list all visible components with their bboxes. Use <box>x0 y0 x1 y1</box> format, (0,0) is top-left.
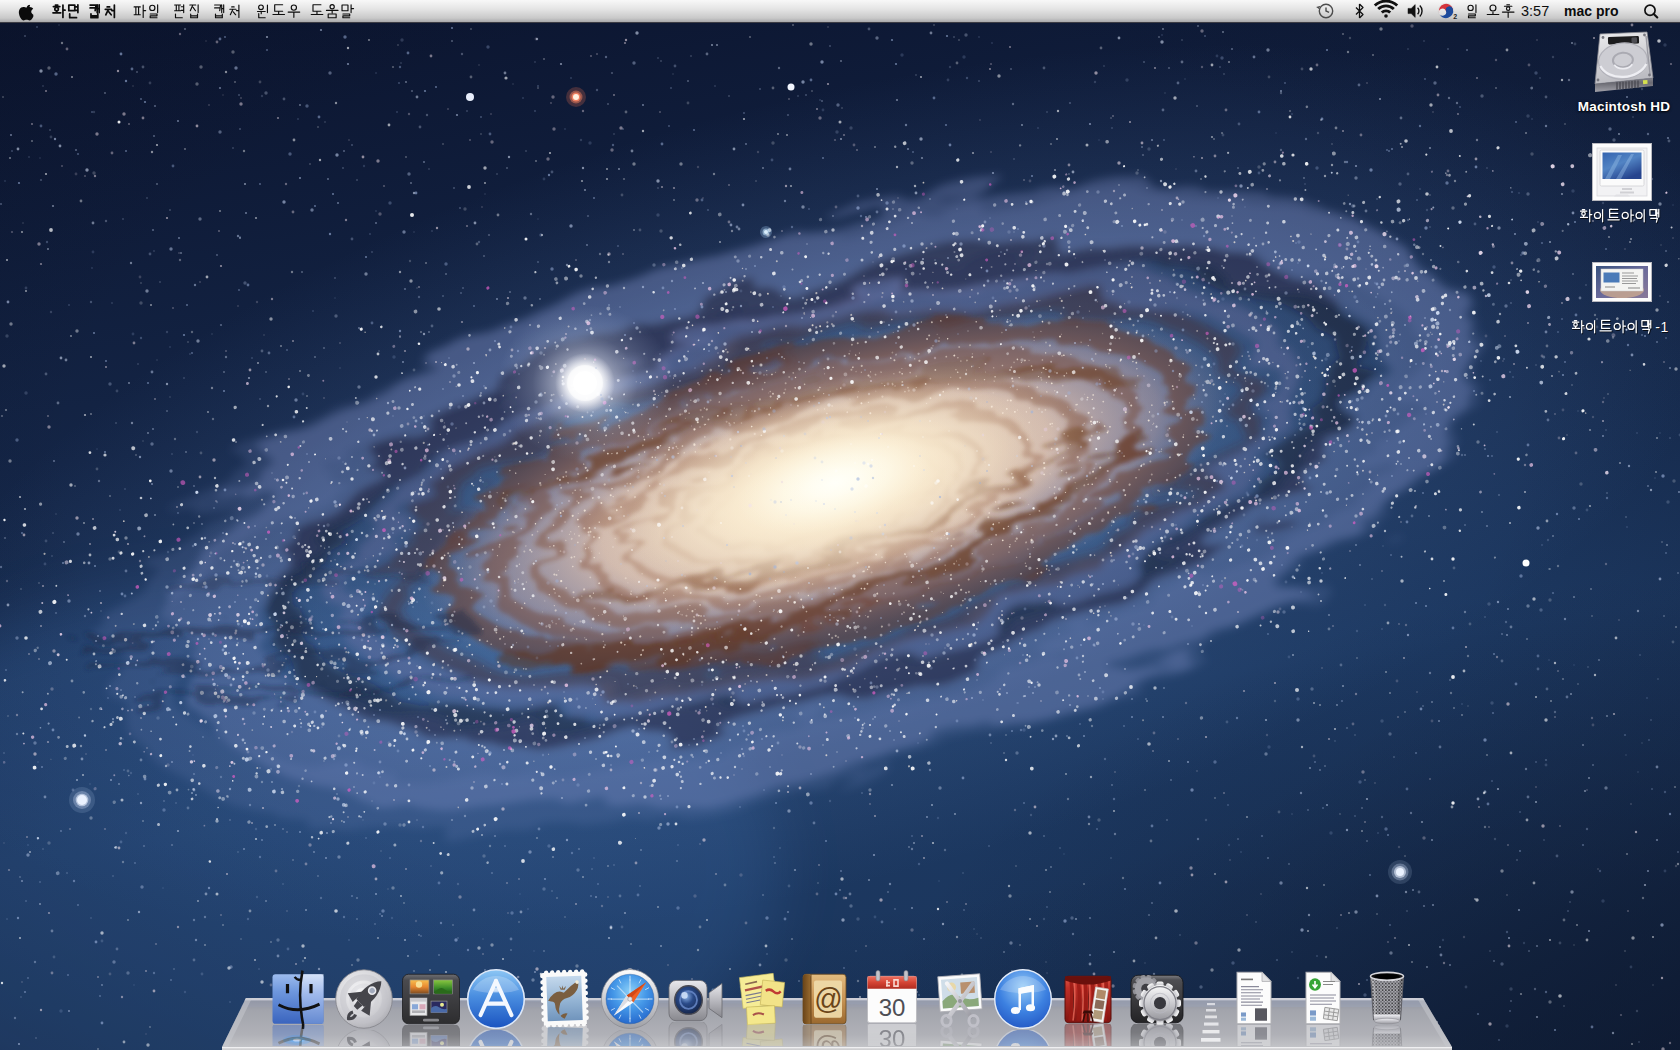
svg-text:3:57: 3:57 <box>1521 3 1549 19</box>
svg-text:-: - <box>1655 319 1660 335</box>
svg-text:1: 1 <box>1660 319 1668 335</box>
svg-text:30: 30 <box>879 993 906 1020</box>
svg-text:@: @ <box>814 1033 842 1046</box>
svg-text:30: 30 <box>879 1025 906 1046</box>
svg-text:@: @ <box>814 983 842 1016</box>
svg-text:2: 2 <box>1453 13 1457 20</box>
svg-text:mac pro: mac pro <box>1564 3 1618 19</box>
